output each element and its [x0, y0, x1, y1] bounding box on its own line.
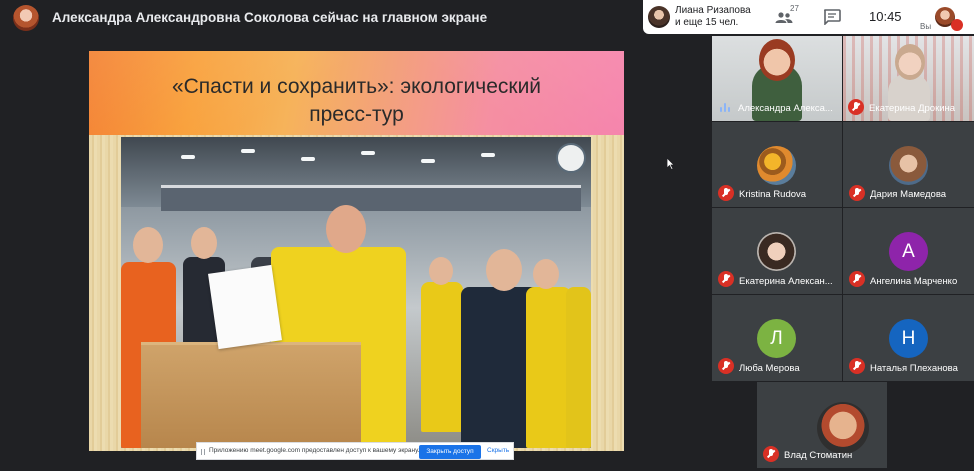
chat-icon — [824, 9, 841, 26]
participant-name: Наталья Плеханова — [870, 363, 958, 374]
ceiling-light — [421, 159, 435, 163]
participant-video-head — [759, 39, 795, 81]
participant-name: Люба Мерова — [739, 363, 800, 374]
photo-balcony — [161, 185, 581, 211]
participant-name: Екатерина Алексан... — [739, 276, 833, 287]
joined-name: Лиана Ризапова — [675, 5, 751, 16]
participant-avatar — [889, 146, 928, 185]
ceiling-light — [361, 151, 375, 155]
person — [566, 287, 591, 448]
participant-avatar: Л — [757, 319, 796, 358]
person-head — [326, 205, 366, 253]
slide: «Спасти и сохранить»: экологический прес… — [89, 51, 624, 451]
joined-participant-avatar — [648, 6, 670, 28]
participant-name: Kristina Rudova — [739, 189, 807, 200]
chat-button[interactable] — [823, 9, 841, 26]
presenter-title: Александра Александровна Соколова сейчас… — [52, 10, 488, 25]
participant-avatar — [817, 402, 869, 454]
university-seal-icon — [556, 143, 586, 173]
mic-off-icon — [849, 358, 865, 374]
self-label: Вы — [920, 22, 932, 31]
presenter-avatar — [13, 5, 39, 31]
participant-avatar — [757, 146, 796, 185]
participant-name: Екатерина Дрокина — [869, 103, 956, 114]
ceiling-light — [301, 157, 315, 161]
participant-name: Влад Стоматин — [784, 450, 853, 461]
participant-avatar: Н — [889, 319, 928, 358]
person — [421, 282, 463, 432]
participant-tile[interactable]: Влад Стоматин — [757, 382, 887, 468]
joined-others: и еще 15 чел. — [675, 17, 739, 28]
slide-title: «Спасти и сохранить»: экологический прес… — [89, 73, 624, 129]
person-head — [533, 259, 559, 289]
participant-tile[interactable]: Н Наталья Плеханова — [843, 295, 974, 381]
mouse-pointer-icon — [666, 157, 675, 170]
self-mic-off-icon — [951, 19, 963, 31]
screen-share-notice: Приложению meet.google.com предоставлен … — [196, 442, 514, 460]
ceiling-light — [241, 149, 255, 153]
participant-tile[interactable]: Л Люба Мерова — [712, 295, 842, 381]
participant-tile[interactable]: Kristina Rudova — [712, 122, 842, 207]
clock: 10:45 — [869, 9, 902, 24]
person-head — [486, 249, 522, 291]
mic-off-icon — [718, 185, 734, 201]
ceiling-light — [481, 153, 495, 157]
slide-header: «Спасти и сохранить»: экологический прес… — [89, 51, 624, 135]
people-count: 27 — [790, 4, 799, 13]
mic-off-icon — [848, 99, 864, 115]
presentation-stage: «Спасти и сохранить»: экологический прес… — [0, 36, 710, 471]
mic-off-icon — [849, 185, 865, 201]
ceiling-light — [181, 155, 195, 159]
people-icon — [775, 12, 793, 23]
audio-level-icon — [720, 102, 732, 112]
participant-tile[interactable]: Александра Алекса... — [712, 36, 842, 121]
mic-off-icon — [763, 446, 779, 462]
participant-tile[interactable]: Екатерина Алексан... — [712, 208, 842, 294]
slide-photo — [121, 137, 591, 448]
participant-tile[interactable]: Дария Мамедова — [843, 122, 974, 207]
top-bar: Александра Александровна Соколова сейчас… — [0, 0, 974, 36]
participant-avatar — [757, 232, 796, 271]
joined-notification[interactable]: Лиана Ризапова и еще 15 чел. — [675, 5, 751, 29]
participant-avatar: А — [889, 232, 928, 271]
stop-sharing-button[interactable]: Закрыть доступ — [419, 445, 481, 459]
hide-notice-link[interactable]: Скрыть — [487, 447, 509, 454]
person-head — [133, 227, 163, 263]
person — [526, 287, 571, 448]
meeting-toolbar: Лиана Ризапова и еще 15 чел. 27 10:45 Вы — [643, 0, 974, 34]
participant-tile[interactable]: Екатерина Дрокина — [843, 36, 974, 121]
participant-name: Александра Алекса... — [738, 103, 833, 114]
ballot-paper — [208, 264, 282, 350]
mic-off-icon — [849, 271, 865, 287]
screen-share-text: Приложению meet.google.com предоставлен … — [209, 447, 420, 454]
slide-title-line-2: пресс-тур — [309, 103, 404, 126]
mic-off-icon — [718, 358, 734, 374]
mic-off-icon — [718, 271, 734, 287]
participant-video-head — [895, 44, 925, 80]
participant-name: Ангелина Марченко — [870, 276, 958, 287]
participant-tile[interactable]: А Ангелина Марченко — [843, 208, 974, 294]
ballot-box — [141, 342, 361, 448]
person-head — [191, 227, 217, 259]
people-button[interactable]: 27 — [772, 4, 799, 28]
participant-name: Дария Мамедова — [870, 189, 947, 200]
drag-handle-icon[interactable] — [201, 449, 205, 455]
slide-title-line-1: «Спасти и сохранить»: экологический — [171, 75, 542, 98]
person-head — [429, 257, 453, 285]
